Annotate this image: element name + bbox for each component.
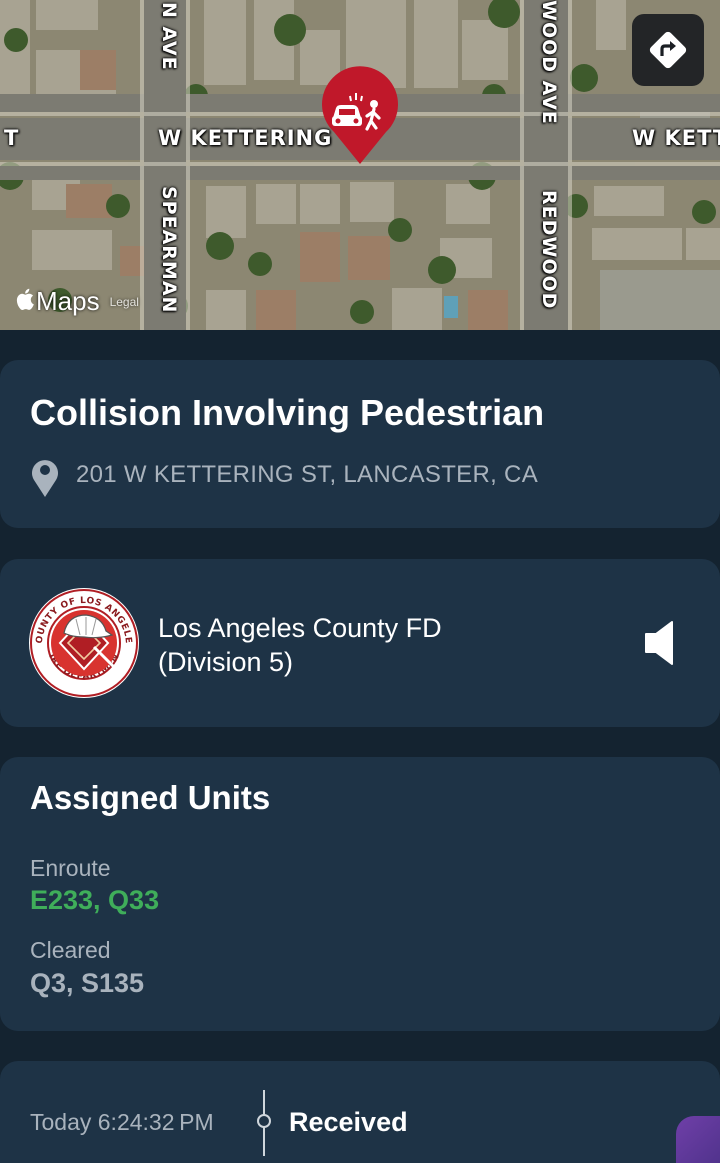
agency-name-line2: (Division 5) <box>158 647 294 677</box>
street-label-wood-ave: WOOD AVE <box>538 0 560 125</box>
assigned-units-title: Assigned Units <box>30 779 271 816</box>
street-label-n-ave: N AVE <box>158 2 180 71</box>
apple-logo-icon <box>16 288 34 316</box>
street-label-w-kettering-right: W KETT <box>632 126 720 150</box>
floating-action-button[interactable] <box>676 1116 720 1163</box>
maps-label: Maps <box>36 286 100 316</box>
agency-name-line1: Los Angeles County FD <box>158 613 442 643</box>
enroute-label: Enroute <box>30 855 111 881</box>
incident-card[interactable] <box>0 360 720 528</box>
street-label-redwood: REDWOOD <box>538 190 560 310</box>
street-label-spearman: SPEARMAN <box>158 186 180 314</box>
timeline-status: Received <box>289 1107 408 1137</box>
fire-department-seal-logo: COUNTY OF LOS ANGELES FIRE DEPARTMENT <box>28 587 139 698</box>
incident-title: Collision Involving Pedestrian <box>30 392 545 433</box>
directions-icon <box>649 31 687 69</box>
speaker-icon[interactable] <box>644 620 676 666</box>
cleared-label: Cleared <box>30 937 111 963</box>
incident-address[interactable]: 201 W KETTERING ST, LANCASTER, CA <box>76 461 538 489</box>
incident-map[interactable]: T W KETTERING W KETT N AVE SPEARMAN WOOD… <box>0 0 720 330</box>
street-label-w-kettering: W KETTERING <box>158 126 333 150</box>
collision-pedestrian-pin-icon[interactable] <box>320 66 400 166</box>
enroute-units: E233, Q33 <box>30 885 160 915</box>
location-pin-icon <box>32 460 58 497</box>
timeline-dot <box>257 1114 271 1128</box>
legal-link[interactable]: Legal <box>110 295 139 309</box>
maps-attribution[interactable]: Maps Legal <box>16 286 139 317</box>
street-label-kettering-edge: T <box>4 126 20 150</box>
agency-name: Los Angeles County FD (Division 5) <box>158 611 442 679</box>
directions-button[interactable] <box>632 14 704 86</box>
timeline-timestamp: Today 6:24:32 PM <box>30 1109 214 1135</box>
cleared-units: Q3, S135 <box>30 968 145 998</box>
